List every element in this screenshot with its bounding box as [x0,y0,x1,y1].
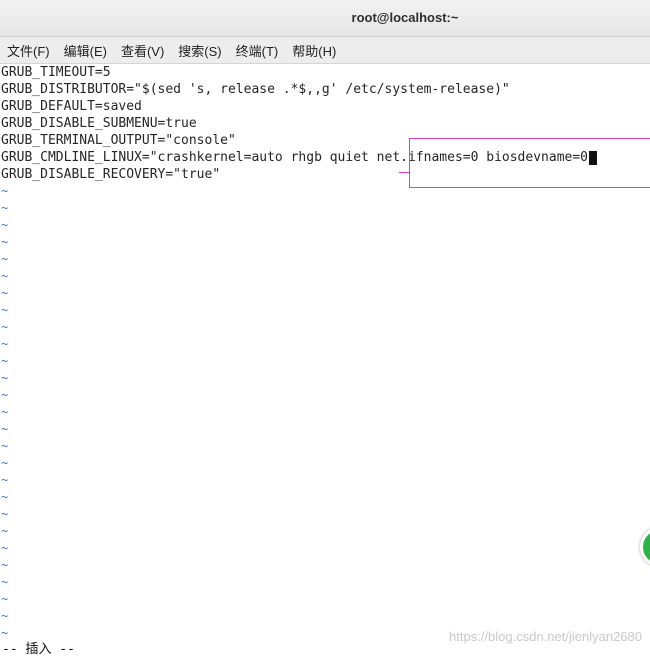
tilde-marker: ~ [1,388,9,402]
tilde-marker: ~ [1,303,9,317]
tilde-marker: ~ [1,235,9,249]
watermark-text: https://blog.csdn.net/jienlyan2680 [449,629,642,644]
insert-mode-indicator: -- 插入 -- [2,642,75,657]
menu-help[interactable]: 帮助(H) [285,41,343,60]
tilde-marker: ~ [1,473,9,487]
tilde-marker: ~ [1,201,9,215]
tilde-marker: ~ [1,422,9,436]
tilde-marker: ~ [1,575,9,589]
tilde-marker: ~ [1,507,9,521]
tilde-marker: ~ [1,439,9,453]
annotation-highlight-box [409,138,650,188]
menu-file[interactable]: 文件(F) [0,41,57,60]
menu-search[interactable]: 搜索(S) [171,41,228,60]
tilde-marker: ~ [1,541,9,555]
menu-bar: 文件(F) 编辑(E) 查看(V) 搜索(S) 终端(T) 帮助(H) [0,37,650,64]
tilde-marker: ~ [1,286,9,300]
empty-lines: ~ ~ ~ ~ ~ ~ ~ ~ ~ ~ ~ ~ ~ ~ ~ ~ ~ ~ ~ ~ ~ ~ ~ ~ ~ ~ ~ [0,183,650,642]
tilde-marker: ~ [1,405,9,419]
tilde-marker: ~ [1,218,9,232]
tilde-marker: ~ [1,490,9,504]
tilde-marker: ~ [1,354,9,368]
tilde-marker: ~ [1,609,9,623]
menu-view[interactable]: 查看(V) [114,41,171,60]
window-title: root@localhost:~ [351,10,459,25]
config-line: GRUB_DEFAULT=saved [1,99,142,114]
config-line: GRUB_DISTRIBUTOR="$(sed 's, release .*$,… [1,82,510,97]
tilde-marker: ~ [1,524,9,538]
window-titlebar: root@localhost:~ [0,0,650,37]
tilde-marker: ~ [1,269,9,283]
tilde-marker: ~ [1,252,9,266]
tilde-marker: ~ [1,592,9,606]
tilde-marker: ~ [1,456,9,470]
menu-terminal[interactable]: 终端(T) [229,41,286,60]
tilde-marker: ~ [1,558,9,572]
config-line: GRUB_DISABLE_SUBMENU=true [1,116,197,131]
annotation-pointer-line [399,172,410,173]
tilde-marker: ~ [1,337,9,351]
menu-edit[interactable]: 编辑(E) [57,41,114,60]
config-line: GRUB_TIMEOUT=5 [1,65,111,80]
tilde-marker: ~ [1,320,9,334]
tilde-marker: ~ [1,371,9,385]
